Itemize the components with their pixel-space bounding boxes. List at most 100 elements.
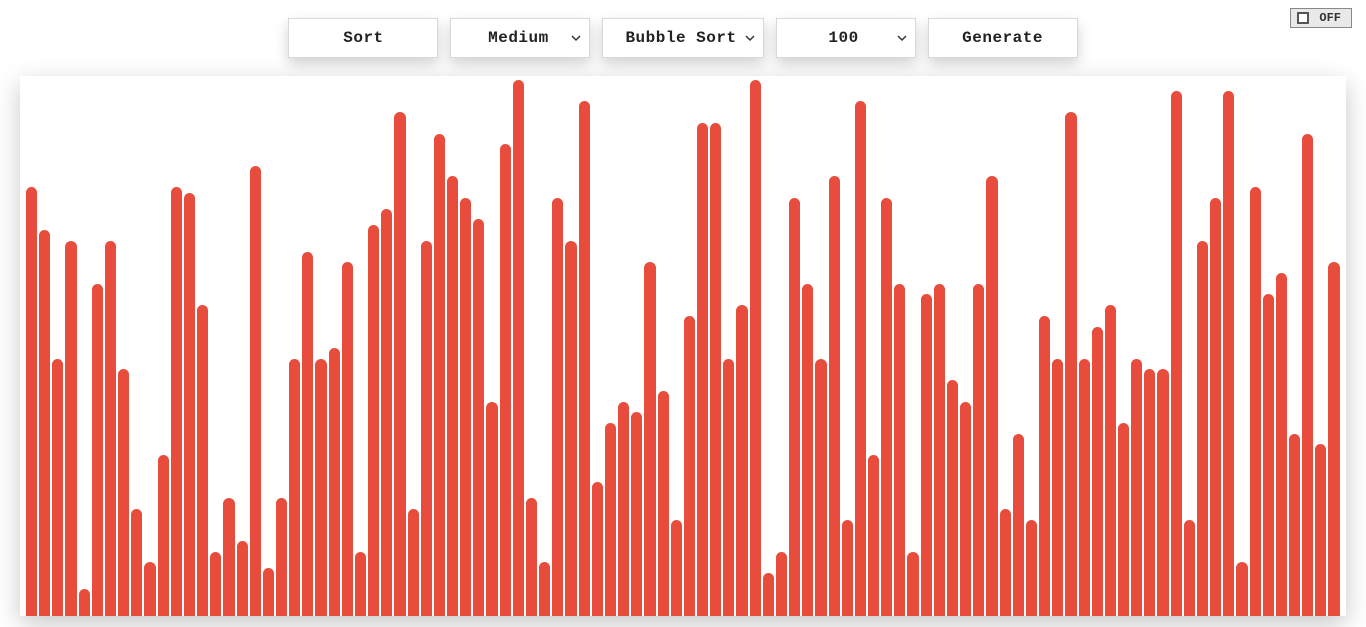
bar xyxy=(197,305,208,616)
bar xyxy=(1013,434,1024,616)
bar xyxy=(302,252,313,616)
bar xyxy=(526,498,537,616)
bar xyxy=(250,166,261,616)
bar xyxy=(552,198,563,616)
bar xyxy=(513,80,524,616)
bar xyxy=(368,225,379,616)
toggle-label: OFF xyxy=(1319,11,1341,25)
bar xyxy=(565,241,576,616)
bar xyxy=(579,101,590,616)
bar xyxy=(1171,91,1182,616)
bar xyxy=(829,176,840,616)
bar xyxy=(52,359,63,616)
bar xyxy=(131,509,142,616)
bar xyxy=(934,284,945,616)
sound-toggle[interactable]: OFF xyxy=(1290,8,1352,28)
bar xyxy=(802,284,813,616)
bar xyxy=(1315,444,1326,616)
bar xyxy=(408,509,419,616)
sorting-bars-chart xyxy=(20,76,1346,616)
bar xyxy=(223,498,234,616)
bar xyxy=(960,402,971,616)
bar xyxy=(776,552,787,616)
bar xyxy=(1092,327,1103,616)
bar xyxy=(658,391,669,616)
bar xyxy=(644,262,655,616)
bar xyxy=(118,369,129,616)
bar xyxy=(394,112,405,616)
bar xyxy=(1236,562,1247,616)
bar xyxy=(750,80,761,616)
bar xyxy=(986,176,997,616)
chevron-down-icon xyxy=(571,33,581,43)
bar xyxy=(855,101,866,616)
bar xyxy=(1197,241,1208,616)
bar xyxy=(1065,112,1076,616)
speed-select[interactable]: Medium xyxy=(450,18,590,58)
bar xyxy=(473,219,484,616)
bar xyxy=(723,359,734,616)
speed-select-value: Medium xyxy=(488,29,549,47)
bar xyxy=(210,552,221,616)
bar xyxy=(1263,294,1274,616)
bar xyxy=(973,284,984,616)
bar xyxy=(763,573,774,616)
bar xyxy=(947,380,958,616)
algorithm-select-value: Bubble Sort xyxy=(625,29,736,47)
bar xyxy=(342,262,353,616)
bar xyxy=(276,498,287,616)
bar xyxy=(65,241,76,616)
bar xyxy=(1039,316,1050,616)
toggle-box-icon xyxy=(1297,12,1309,24)
bar xyxy=(1079,359,1090,616)
bar xyxy=(907,552,918,616)
generate-button-label: Generate xyxy=(962,29,1043,47)
bar xyxy=(815,359,826,616)
generate-button[interactable]: Generate xyxy=(928,18,1078,58)
count-select[interactable]: 100 xyxy=(776,18,916,58)
bar xyxy=(605,423,616,616)
bar xyxy=(500,144,511,616)
bar xyxy=(434,134,445,616)
bar xyxy=(1328,262,1339,616)
bar xyxy=(1276,273,1287,616)
sort-button[interactable]: Sort xyxy=(288,18,438,58)
bar xyxy=(144,562,155,616)
sort-button-label: Sort xyxy=(343,29,383,47)
bar xyxy=(1144,369,1155,616)
bar xyxy=(618,402,629,616)
bar xyxy=(39,230,50,616)
bar xyxy=(881,198,892,616)
bar xyxy=(1223,91,1234,616)
bar xyxy=(460,198,471,616)
bar xyxy=(486,402,497,616)
bar xyxy=(1289,434,1300,616)
bar xyxy=(1118,423,1129,616)
bar xyxy=(421,241,432,616)
bar xyxy=(868,455,879,616)
bar xyxy=(1026,520,1037,616)
bar xyxy=(1184,520,1195,616)
bar xyxy=(921,294,932,616)
bar xyxy=(1210,198,1221,616)
bar xyxy=(631,412,642,616)
bar xyxy=(263,568,274,616)
bar xyxy=(381,209,392,616)
bar xyxy=(789,198,800,616)
bar xyxy=(894,284,905,616)
bar xyxy=(105,241,116,616)
bar xyxy=(842,520,853,616)
algorithm-select[interactable]: Bubble Sort xyxy=(602,18,763,58)
bar xyxy=(92,284,103,616)
bar xyxy=(1302,134,1313,616)
bar xyxy=(355,552,366,616)
bar xyxy=(237,541,248,616)
toolbar: Sort Medium Bubble Sort 100 Generate xyxy=(0,18,1366,58)
bar xyxy=(158,455,169,616)
bar xyxy=(736,305,747,616)
count-select-value: 100 xyxy=(828,29,858,47)
bar xyxy=(1105,305,1116,616)
bar xyxy=(289,359,300,616)
bar xyxy=(184,193,195,616)
bar xyxy=(671,520,682,616)
